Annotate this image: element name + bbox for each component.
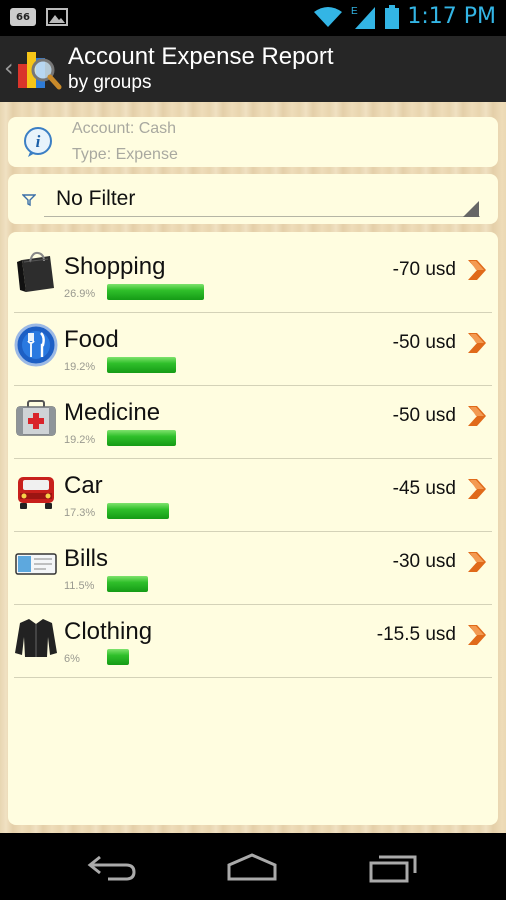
chevron-right-icon <box>468 406 486 426</box>
group-percent: 6% <box>64 653 80 665</box>
battery-icon <box>385 4 400 29</box>
group-percent: 19.2% <box>64 434 96 446</box>
chevron-right-icon <box>468 260 486 280</box>
cheque-icon <box>15 553 57 575</box>
group-row-medicine[interactable]: Medicine 19.2% -50 usd <box>14 386 492 459</box>
group-name: Medicine <box>64 399 161 426</box>
group-list: Shopping 26.9% -70 usd Food 19.2% -50 us… <box>8 232 498 825</box>
truck-icon <box>18 477 54 509</box>
group-share-bar <box>107 430 176 446</box>
group-amount: -50 usd <box>392 332 456 353</box>
home-icon[interactable] <box>225 851 279 883</box>
network-type-label: E <box>351 6 358 17</box>
group-share-bar <box>107 284 204 300</box>
fork-knife-icon <box>14 323 58 367</box>
wifi-icon <box>314 6 343 27</box>
status-bar: 66 E 1:17 PM <box>0 0 506 36</box>
clock: 1:17 PM <box>407 4 496 29</box>
group-amount: -30 usd <box>392 551 456 572</box>
back-chevron-icon: ‹ <box>4 54 14 82</box>
group-row-food[interactable]: Food 19.2% -50 usd <box>14 313 492 386</box>
group-amount: -15.5 usd <box>376 624 456 645</box>
group-name: Clothing <box>64 618 153 645</box>
group-row-car[interactable]: Car 17.3% -45 usd <box>14 459 492 532</box>
filter-spinner[interactable]: No Filter <box>8 174 498 224</box>
page-subtitle: by groups <box>68 72 152 93</box>
group-share-bar <box>107 649 129 665</box>
signal-icon: E <box>351 6 376 29</box>
row-divider <box>14 677 492 678</box>
group-percent: 11.5% <box>64 580 95 592</box>
group-percent: 19.2% <box>64 361 96 373</box>
group-amount: -50 usd <box>392 405 456 426</box>
app-logo-icon <box>18 52 62 90</box>
system-navigation-bar <box>0 833 506 900</box>
chevron-right-icon <box>468 479 486 499</box>
info-icon: i <box>24 127 52 157</box>
group-row-bills[interactable]: Bills 11.5% -30 usd <box>14 532 492 605</box>
group-name: Bills <box>64 545 109 572</box>
group-name: Shopping <box>64 253 166 280</box>
chevron-right-icon <box>468 552 486 572</box>
notification-badge-icon: 66 <box>10 8 36 26</box>
jacket-icon <box>15 619 57 657</box>
group-share-bar <box>107 357 176 373</box>
group-row-shopping[interactable]: Shopping 26.9% -70 usd <box>14 240 492 313</box>
chevron-right-icon <box>468 333 486 353</box>
account-info-card: i Account: Cash Type: Expense <box>8 117 498 167</box>
first-aid-kit-icon <box>16 400 56 436</box>
dropdown-arrow-icon <box>463 201 479 217</box>
svg-text:i: i <box>36 132 41 151</box>
chevron-right-icon <box>468 625 486 645</box>
group-percent: 26.9% <box>64 288 96 300</box>
group-name: Car <box>64 472 103 499</box>
report-content: i Account: Cash Type: Expense No Filter … <box>0 102 506 833</box>
action-bar: ‹ Account Expense Report by groups <box>0 36 506 102</box>
group-share-bar <box>107 503 169 519</box>
back-icon[interactable] <box>86 851 140 883</box>
group-row-clothing[interactable]: Clothing 6% -15.5 usd <box>14 605 492 678</box>
filter-value: No Filter <box>56 187 136 210</box>
filter-underline <box>44 216 480 217</box>
group-name: Food <box>64 326 119 353</box>
group-amount: -70 usd <box>392 259 456 280</box>
group-share-bar <box>107 576 148 592</box>
group-amount: -45 usd <box>392 478 456 499</box>
shopping-bag-icon <box>17 251 54 292</box>
recent-apps-icon[interactable] <box>367 851 421 883</box>
type-label: Type: Expense <box>72 146 178 163</box>
filter-funnel-icon <box>22 194 36 207</box>
image-notification-icon <box>46 8 68 26</box>
account-label: Account: Cash <box>72 120 177 137</box>
group-percent: 17.3% <box>64 507 96 519</box>
page-title: Account Expense Report <box>68 43 334 70</box>
